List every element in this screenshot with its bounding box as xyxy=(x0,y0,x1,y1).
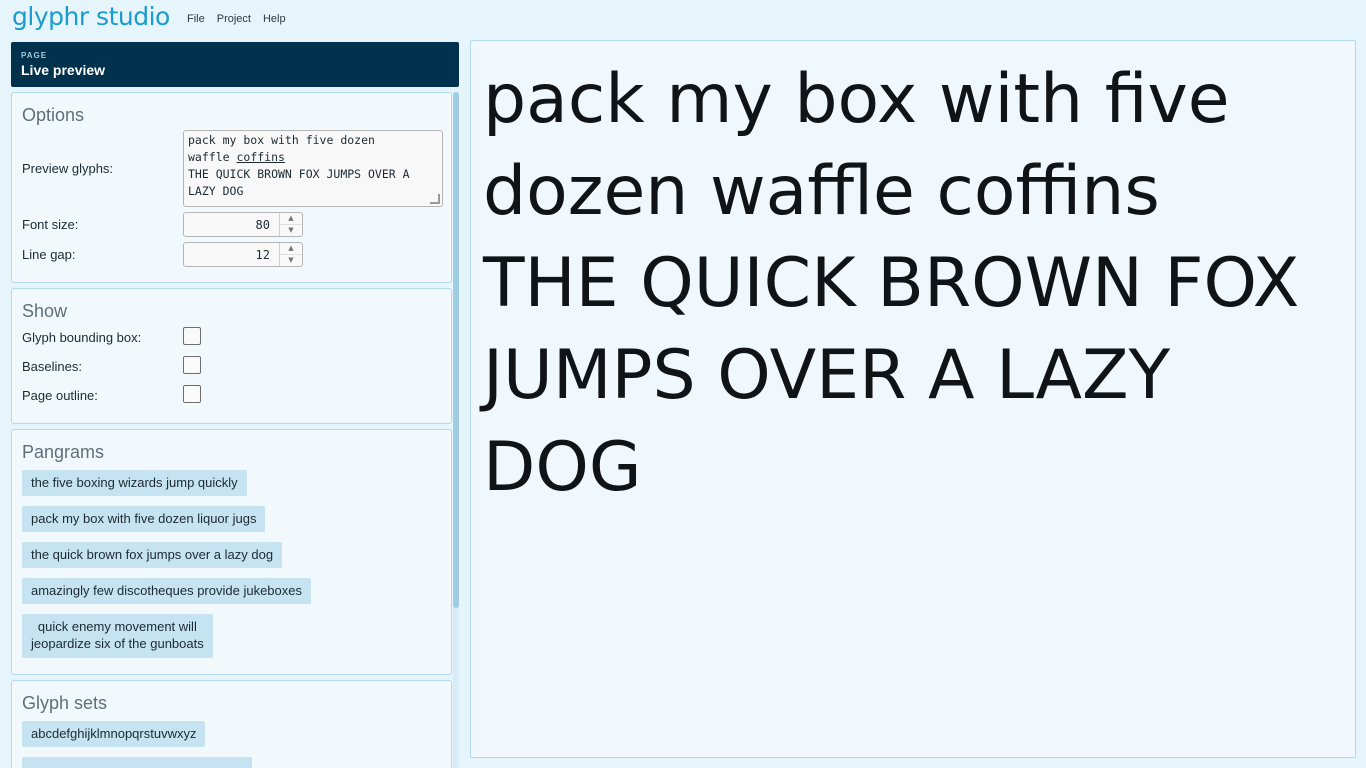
menu-file[interactable]: File xyxy=(187,13,205,25)
page-outline-checkbox[interactable] xyxy=(183,385,201,403)
pangram-button[interactable]: pack my box with five dozen liquor jugs xyxy=(22,506,266,532)
glyph-bounding-box-label: Glyph bounding box: xyxy=(22,330,142,345)
page-title: Live preview xyxy=(21,62,106,78)
font-size-input[interactable]: 80 ▲ ▼ xyxy=(183,212,303,237)
main-menu: File Project Help xyxy=(187,13,298,25)
preview-glyphs-textarea[interactable]: pack my box with five dozen waffle coffi… xyxy=(183,130,443,207)
app-logo[interactable]: glyphr studio xyxy=(12,2,170,31)
pangram-button[interactable]: amazingly few discotheques provide jukeb… xyxy=(22,578,311,604)
line-gap-label: Line gap: xyxy=(22,247,76,262)
left-panel-scrollbar[interactable] xyxy=(453,92,459,768)
preview-glyphs-label: Preview glyphs: xyxy=(22,161,114,176)
font-size-label: Font size: xyxy=(22,217,79,232)
glyph-sets-title: Glyph sets xyxy=(22,693,108,713)
resize-handle-icon[interactable] xyxy=(430,194,440,204)
pangrams-card: Pangrams the five boxing wizards jump qu… xyxy=(11,429,452,675)
page-eyebrow: PAGE xyxy=(21,51,48,60)
spinner-down-icon[interactable]: ▼ xyxy=(280,225,302,236)
menu-project[interactable]: Project xyxy=(217,13,251,25)
preview-text: pack my box with five dozen waffle coffi… xyxy=(483,60,1300,507)
menu-help[interactable]: Help xyxy=(263,13,286,25)
top-bar: glyphr studio File Project Help xyxy=(0,0,1366,40)
preview-glyphs-text-b: coffins xyxy=(236,150,285,164)
font-size-value: 80 xyxy=(255,218,270,232)
scrollbar-thumb[interactable] xyxy=(453,92,459,608)
glyph-set-button[interactable]: abcdefghijklmnopqrstuvwxyz xyxy=(22,721,206,747)
show-title: Show xyxy=(22,301,68,321)
pangram-button[interactable]: quick enemy movement will jeopardize six… xyxy=(22,614,213,658)
pangrams-title: Pangrams xyxy=(22,442,105,462)
show-card: Show Glyph bounding box: Baselines: Page… xyxy=(11,288,452,424)
options-card: Options Preview glyphs: pack my box with… xyxy=(11,92,452,283)
live-preview-canvas[interactable]: pack my box with five dozen waffle coffi… xyxy=(470,40,1356,758)
spinner-down-icon[interactable]: ▼ xyxy=(280,255,302,266)
line-gap-value: 12 xyxy=(255,248,270,262)
line-gap-input[interactable]: 12 ▲ ▼ xyxy=(183,242,303,267)
spinner-up-icon[interactable]: ▲ xyxy=(280,213,302,225)
pangram-button[interactable]: the quick brown fox jumps over a lazy do… xyxy=(22,542,283,568)
left-panel: Options Preview glyphs: pack my box with… xyxy=(11,92,452,768)
page-header[interactable]: PAGE Live preview xyxy=(11,42,459,87)
font-size-spinner: ▲ ▼ xyxy=(279,213,302,236)
glyph-set-button[interactable] xyxy=(22,757,252,768)
pangram-button[interactable]: the five boxing wizards jump quickly xyxy=(22,470,247,496)
glyph-sets-card: Glyph sets abcdefghijklmnopqrstuvwxyz xyxy=(11,680,452,768)
page-outline-label: Page outline: xyxy=(22,388,98,403)
baselines-checkbox[interactable] xyxy=(183,356,201,374)
line-gap-spinner: ▲ ▼ xyxy=(279,243,302,266)
baselines-label: Baselines: xyxy=(22,359,82,374)
spinner-up-icon[interactable]: ▲ xyxy=(280,243,302,255)
options-title: Options xyxy=(22,105,85,125)
preview-glyphs-text-c: THE QUICK BROWN FOX JUMPS OVER A LAZY DO… xyxy=(188,167,410,198)
glyph-bounding-box-checkbox[interactable] xyxy=(183,327,201,345)
